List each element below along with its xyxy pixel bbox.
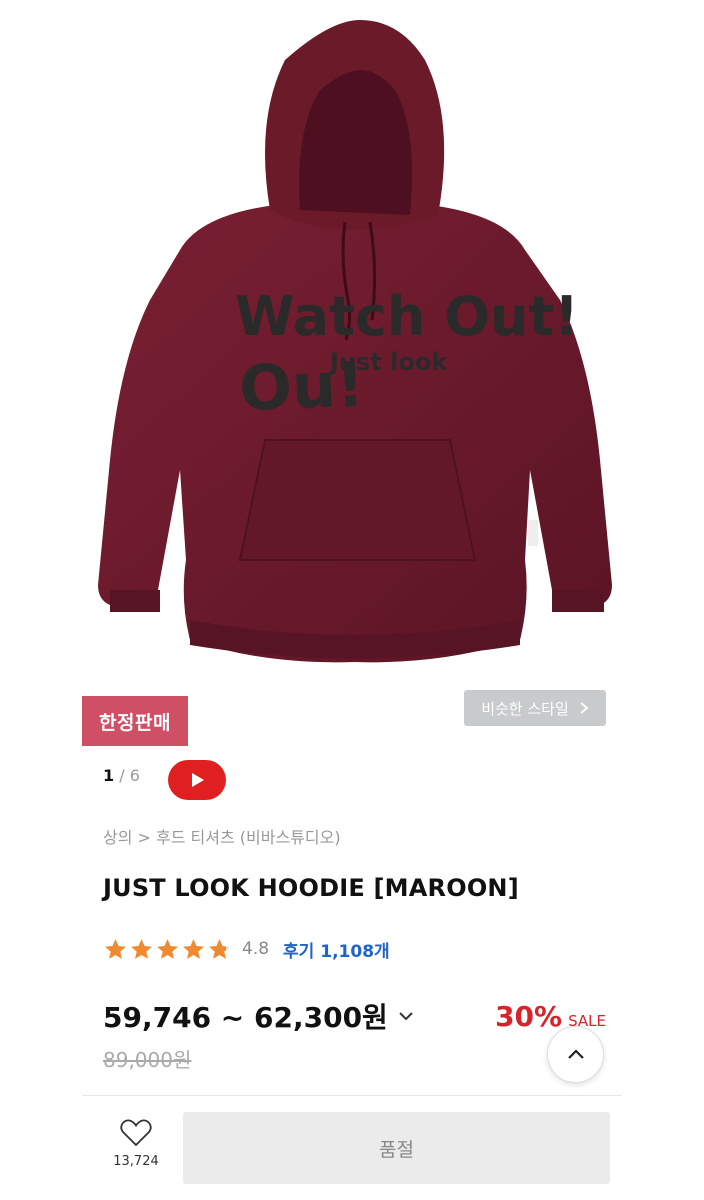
discount: 30% SALE — [495, 1000, 606, 1033]
youtube-video-button[interactable] — [168, 760, 226, 800]
star-icon — [157, 938, 178, 959]
rating-value: 4.8 — [242, 939, 270, 959]
limited-sale-badge: 한정판매 — [82, 696, 188, 746]
star-rating — [103, 937, 232, 962]
discount-percent: 30% — [495, 1000, 563, 1033]
star-icon — [105, 938, 126, 959]
youtube-play-icon — [192, 773, 204, 787]
print-text-2: Just look — [328, 348, 448, 376]
image-pager: 1 / 6 — [103, 766, 140, 785]
price-range: 59,746 ~ 62,300원 — [103, 1001, 388, 1034]
print-text-1: Watch Out! — [235, 285, 579, 348]
rating-row: 4.8 후기 1,108개 — [103, 934, 390, 964]
product-image[interactable]: Watch Out! Ou! Just look — [0, 0, 704, 680]
original-price: 89,000원 — [103, 1048, 192, 1072]
pager-current: 1 — [103, 766, 115, 785]
chevron-down-icon[interactable] — [396, 1006, 416, 1026]
star-icon — [183, 938, 204, 959]
reviews-link[interactable]: 후기 1,108개 — [283, 937, 390, 962]
soldout-button[interactable]: 품절 — [183, 1112, 610, 1184]
pager-separator: / — [119, 766, 125, 785]
divider — [82, 1095, 622, 1096]
heart-outline-icon — [120, 1119, 152, 1147]
similar-style-label: 비슷한 스타일 — [481, 699, 569, 718]
similar-style-button[interactable]: 비슷한 스타일 — [464, 690, 606, 726]
pager-total: 6 — [129, 766, 140, 785]
wish-count: 13,724 — [113, 1154, 159, 1169]
wishlist-button[interactable]: 13,724 — [104, 1118, 168, 1180]
chevron-up-icon — [567, 1048, 584, 1059]
scroll-to-top-button[interactable] — [547, 1026, 604, 1083]
product-title: JUST LOOK HOODIE [MAROON] — [103, 874, 519, 902]
star-icon — [209, 938, 230, 959]
chevron-right-icon — [580, 702, 589, 714]
star-icon — [131, 938, 152, 959]
hoodie-illustration: Watch Out! Ou! Just look — [98, 20, 612, 663]
breadcrumb[interactable]: 상의 > 후드 티셔츠 (비바스튜디오) — [103, 824, 341, 848]
price-range-row[interactable]: 59,746 ~ 62,300원 — [103, 996, 416, 1036]
